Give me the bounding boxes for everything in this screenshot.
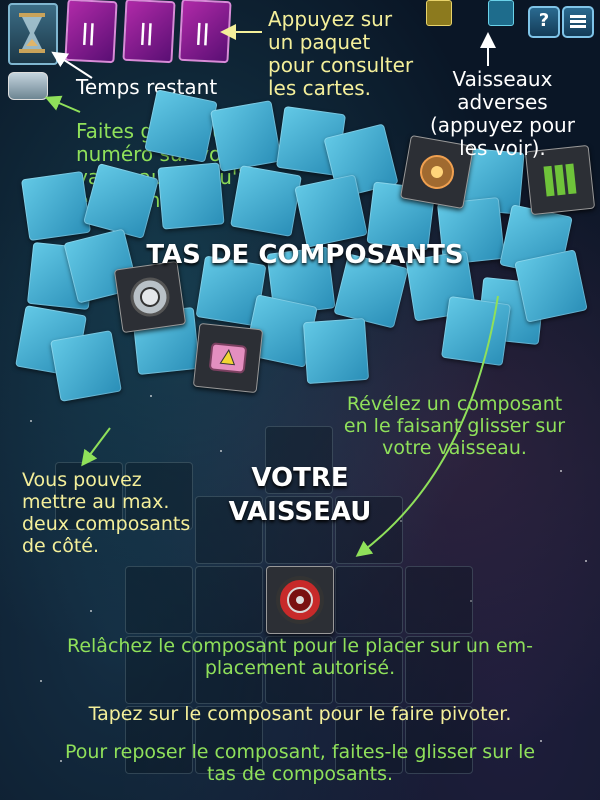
card-deck-2[interactable]: || [122,0,176,64]
return-hint: Pour reposer le composant, faites-le gli… [64,741,536,785]
reveal-hint: Révélez un composant en le faisant glisse… [343,393,566,459]
hourglass-icon [19,13,45,53]
cockpit-core-icon [276,576,324,624]
pile-tile[interactable] [294,174,368,248]
pile-tile[interactable] [302,317,370,385]
ship-slot[interactable] [335,566,403,634]
hamburger-icon [570,15,586,18]
menu-button[interactable] [562,6,594,38]
pile-tile[interactable] [144,89,218,163]
pile-heading: TAS DE COMPOSANTS [146,240,464,270]
opponent-ship-yellow[interactable] [426,0,452,26]
component-tile-shield[interactable] [113,260,187,334]
ship-heading: VOTRE VAISSEAU [228,463,372,527]
opponent-ship-blue[interactable] [488,0,514,26]
ship-icon[interactable] [8,72,48,100]
pile-tile[interactable] [440,295,512,367]
deck-hint: Appuyez sur un paquet pour consulter les c… [268,7,414,100]
card-deck-1[interactable]: || [64,0,118,64]
ship-slot[interactable] [405,566,473,634]
component-tile-pink[interactable] [192,322,264,394]
side-components-hint: Vous pouvez mettre au max. deux composant… [22,469,191,557]
help-button[interactable]: ? [528,6,560,38]
rotate-hint: Tapez sur le composant pour le faire piv… [88,703,512,725]
release-hint: Relâchez le composant pour le placer sur… [66,635,534,679]
time-remaining-label: Temps restant [76,75,218,99]
pile-tile[interactable] [230,165,302,237]
opponents-hint: Vaisseaux adverses (appuyez pour les voir)… [430,67,575,160]
cabin-component-icon [209,342,247,374]
shield-component-icon [130,277,170,317]
card-deck-3[interactable]: || [178,0,232,64]
pile-tile[interactable] [20,170,92,242]
cockpit-component[interactable] [266,566,334,634]
pile-tile[interactable] [50,330,122,402]
pile-tile[interactable] [157,162,225,230]
ship-slot[interactable] [195,566,263,634]
pile-tile[interactable] [514,249,588,323]
pile-tile[interactable] [210,100,282,172]
ship-slot[interactable] [125,566,193,634]
timer-button[interactable] [8,3,58,65]
